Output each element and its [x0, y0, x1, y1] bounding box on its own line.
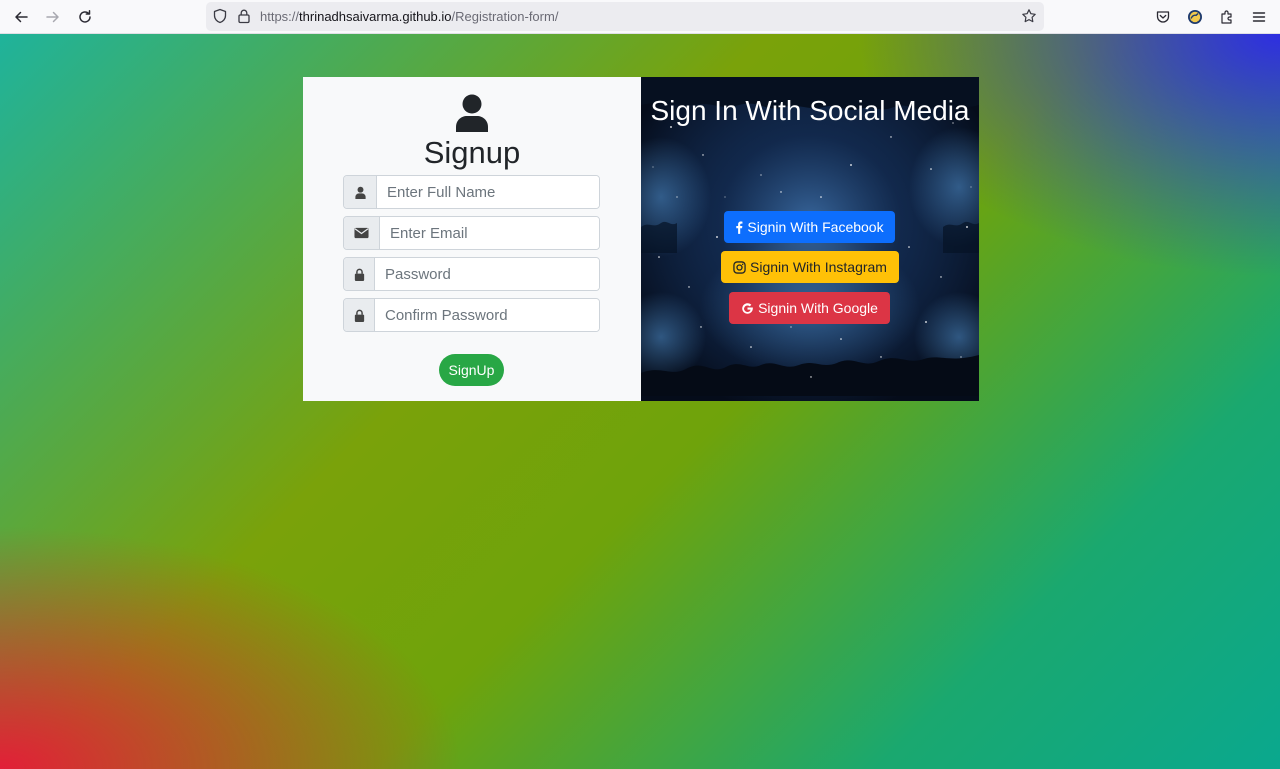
instagram-icon	[733, 260, 746, 274]
facebook-signin-label: Signin With Facebook	[747, 219, 884, 235]
google-signin-label: Signin With Google	[758, 300, 878, 316]
facebook-icon	[736, 221, 743, 234]
instagram-signin-label: Signin With Instagram	[750, 259, 887, 275]
social-signin-panel: Sign In With Social Media Signin With Fa…	[641, 77, 979, 401]
hamburger-menu-icon	[1252, 12, 1266, 22]
url-scheme: https://	[260, 9, 300, 24]
reload-icon	[79, 10, 91, 23]
lock-icon	[344, 258, 375, 290]
user-avatar-icon	[456, 94, 488, 132]
signup-title: Signup	[423, 135, 521, 170]
browser-toolbar: https://thrinadhsaivarma.github.io/Regis…	[0, 0, 1280, 34]
signup-form-panel: Signup Enter Full Name Enter Email SignU…	[303, 77, 641, 401]
user-icon	[344, 176, 377, 208]
facebook-signin-button[interactable]: Signin With Facebook	[724, 211, 895, 243]
pocket-icon	[1156, 11, 1170, 23]
lock-icon	[344, 299, 375, 331]
page-background: Signup Enter Full Name Enter Email SignU…	[0, 34, 1280, 769]
reload-button[interactable]	[72, 4, 98, 30]
forward-button[interactable]	[40, 4, 66, 30]
account-avatar-icon	[1188, 10, 1202, 24]
back-button[interactable]	[8, 4, 34, 30]
instagram-signin-button[interactable]: Signin With Instagram	[721, 251, 899, 283]
password-input-group	[343, 257, 600, 291]
signup-card: Signup Enter Full Name Enter Email SignU…	[303, 77, 979, 401]
email-input-group	[343, 216, 600, 250]
social-signin-title: Sign In With Social Media	[650, 95, 970, 126]
url-host: thrinadhsaivarma.github.io	[299, 9, 452, 24]
url-path: /Registration-form/	[451, 9, 559, 24]
google-signin-button[interactable]: Signin With Google	[729, 292, 890, 324]
menu-button[interactable]	[1246, 4, 1272, 30]
arrow-right-icon	[46, 11, 59, 23]
confirm-password-input[interactable]	[375, 299, 599, 331]
url-text[interactable]: https://thrinadhsaivarma.github.io/Regis…	[260, 9, 558, 24]
star-icon[interactable]	[1021, 8, 1037, 24]
password-input[interactable]	[375, 258, 599, 290]
full-name-input-group	[343, 175, 600, 209]
full-name-input[interactable]	[377, 176, 599, 208]
extensions-button[interactable]	[1214, 4, 1240, 30]
puzzle-icon	[1221, 10, 1232, 24]
google-icon	[742, 302, 753, 314]
envelope-icon	[344, 217, 380, 249]
lock-icon[interactable]	[236, 8, 252, 24]
account-button[interactable]	[1182, 4, 1208, 30]
shield-icon[interactable]	[212, 8, 228, 24]
signup-button[interactable]: SignUp	[439, 354, 504, 386]
email-input[interactable]	[380, 217, 599, 249]
pocket-button[interactable]	[1150, 4, 1176, 30]
confirm-password-input-group	[343, 298, 600, 332]
url-bar[interactable]: https://thrinadhsaivarma.github.io/Regis…	[206, 2, 1044, 31]
arrow-left-icon	[15, 11, 28, 23]
